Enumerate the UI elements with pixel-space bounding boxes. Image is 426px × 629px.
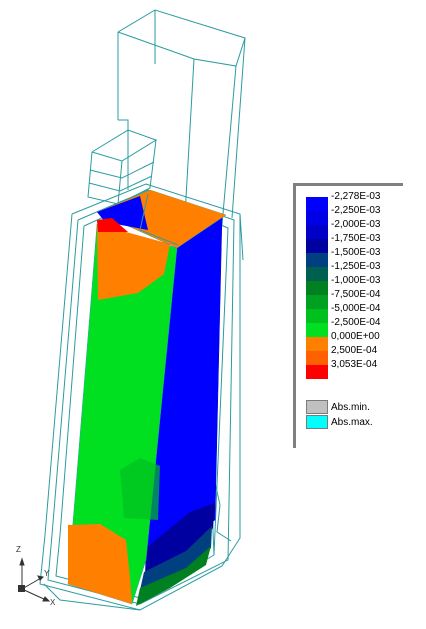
legend-swatch [306, 211, 328, 225]
legend-swatch [306, 400, 328, 414]
legend-swatch [306, 239, 328, 253]
legend-level: -1,250E-03 [306, 261, 380, 281]
legend-swatch [306, 267, 328, 281]
legend-swatch [306, 337, 328, 351]
legend-value-label: -2,250E-03 [331, 205, 381, 216]
legend-swatch [306, 415, 328, 429]
legend-value-label: 2,500E-04 [331, 345, 378, 356]
legend-level: 3,053E-04 [306, 359, 377, 379]
legend-level: -7,500E-04 [306, 289, 380, 309]
legend-level: -2,500E-04 [306, 317, 380, 337]
legend-swatch [306, 323, 328, 337]
legend-level: -1,750E-03 [306, 233, 380, 253]
legend-level: 2,500E-04 [306, 345, 377, 365]
legend-level: -2,250E-03 [306, 205, 380, 225]
legend-value-label: -1,500E-03 [331, 247, 381, 258]
stress-contour-model [67, 189, 227, 606]
legend-swatch [306, 365, 328, 379]
legend-value-label: -7,500E-04 [331, 289, 381, 300]
legend-level: -1,500E-03 [306, 247, 380, 267]
legend-level: -2,000E-03 [306, 219, 380, 239]
legend-level: 0,000E+00 [306, 331, 380, 351]
legend-swatch [306, 225, 328, 239]
legend-level: -1,000E-03 [306, 275, 380, 295]
legend-abs-max: Abs.max. [306, 415, 373, 429]
legend-swatch [306, 295, 328, 309]
legend-level: -2,278E-03 [306, 191, 380, 211]
legend-swatch [306, 253, 328, 267]
legend-value-label: -1,000E-03 [331, 275, 381, 286]
z-axis-label: Z [16, 545, 21, 554]
legend-value-label: -2,000E-03 [331, 219, 381, 230]
y-axis-label: Y [44, 569, 50, 578]
legend-level: -5,000E-04 [306, 303, 380, 323]
legend-value-label: -1,750E-03 [331, 233, 381, 244]
legend-extreme-label: Abs.min. [331, 402, 370, 413]
color-legend: -2,278E-03 -2,250E-03 -2,000E-03 -1,750E-03… [293, 183, 403, 448]
legend-swatch [306, 309, 328, 323]
legend-swatch [306, 351, 328, 365]
legend-value-label: -2,278E-03 [331, 191, 381, 202]
x-axis-label: X [50, 598, 56, 607]
legend-extreme-label: Abs.max. [331, 417, 373, 428]
legend-abs-min: Abs.min. [306, 400, 370, 414]
legend-swatch [306, 281, 328, 295]
legend-value-label: -2,500E-04 [331, 317, 381, 328]
legend-swatch [306, 197, 328, 211]
legend-value-label: -1,250E-03 [331, 261, 381, 272]
axis-triad [18, 557, 51, 602]
legend-value-label: -5,000E-04 [331, 303, 381, 314]
legend-value-label: 3,053E-04 [331, 359, 378, 370]
legend-value-label: 0,000E+00 [331, 331, 380, 342]
